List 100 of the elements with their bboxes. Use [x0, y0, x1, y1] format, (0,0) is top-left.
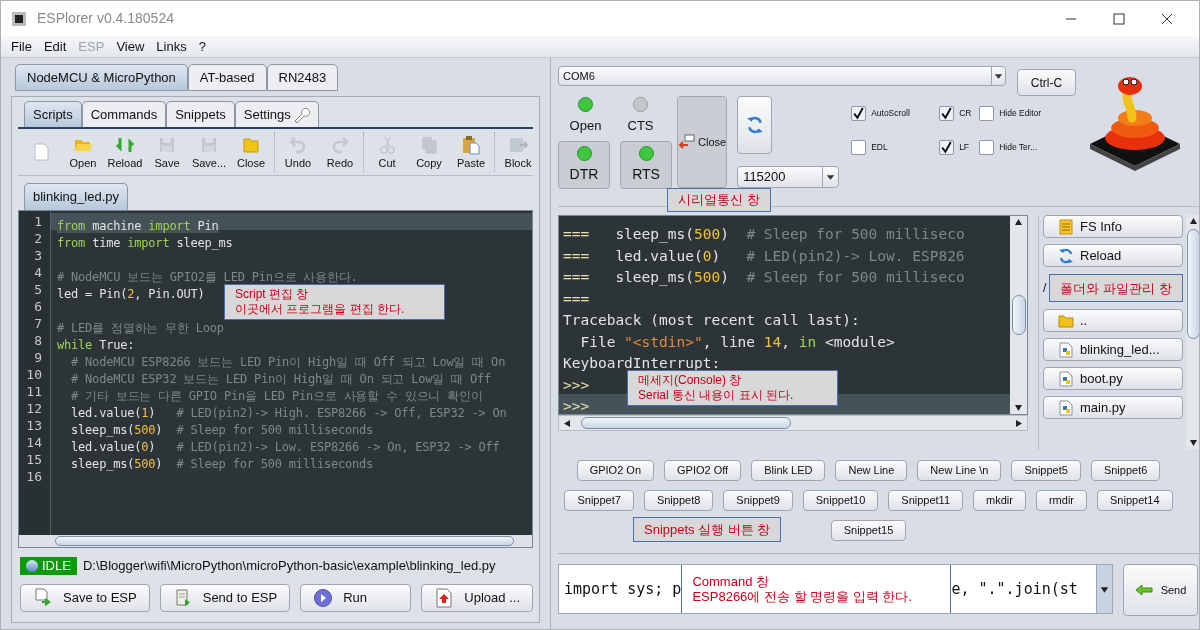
menu-item[interactable]: ?	[196, 36, 208, 57]
action-button[interactable]: Send to ESP	[159, 584, 291, 612]
vertical-scrollbar[interactable]	[1010, 216, 1027, 414]
scroll-thumb[interactable]	[581, 417, 791, 429]
checkbox[interactable]	[939, 106, 955, 122]
checkbox-label: CR	[959, 107, 972, 121]
toolbar-button[interactable]: Reload	[106, 132, 144, 172]
action-button[interactable]: Run	[300, 584, 412, 612]
send-button[interactable]: Send	[1123, 564, 1198, 616]
clipboard-icon	[461, 134, 481, 155]
file-panel-button[interactable]: FS Info	[1043, 215, 1183, 238]
copy-pages-icon	[419, 134, 439, 155]
line-number: 1	[34, 213, 42, 230]
checkbox[interactable]	[851, 106, 867, 122]
console-text: Traceback (most recent call last):	[563, 312, 860, 328]
file-path: D:\Blogger\wifi\MicroPython\microPython-basic\example\blinking_led.py	[82, 557, 496, 576]
device-tab[interactable]: NodeMCU & MicroPython	[15, 64, 188, 91]
toolbar-button[interactable]: Close	[232, 132, 270, 172]
checkbox[interactable]	[939, 139, 955, 155]
close-port-button[interactable]: Close	[677, 96, 728, 188]
folder-icon	[1058, 312, 1074, 329]
line-number: 16	[26, 468, 42, 485]
code-text: sleep_ms(500) # Sleep for 500 milliseconds	[70, 457, 374, 471]
code-text: from time import sleep_ms	[57, 236, 233, 250]
annotation-note: 메세지(Console) 창 Serial 통신 내용이 표시 된다.	[627, 370, 838, 406]
line-toggle-button[interactable]: DTR	[558, 141, 610, 189]
checkbox[interactable]	[851, 139, 867, 155]
maximize-icon[interactable]	[1113, 12, 1125, 25]
device-tab[interactable]: RN2483	[266, 64, 339, 91]
snippet-button[interactable]: New Line \n	[917, 460, 1002, 481]
indicator-label: Open	[569, 117, 602, 135]
menu-item[interactable]: View	[114, 36, 147, 57]
editor-tab[interactable]: Settings	[234, 101, 319, 127]
console-text: === led.value(0) # LED(pin2)-> Low. ESP826	[563, 247, 965, 264]
snippet-button[interactable]: Snippet10	[802, 490, 879, 511]
vertical-scrollbar[interactable]	[1185, 215, 1199, 449]
menu-item[interactable]: Edit	[41, 36, 69, 57]
action-button[interactable]: Upload ...	[421, 584, 533, 612]
code-editor[interactable]	[18, 210, 533, 548]
code-text: led = Pin(2, Pin.OUT)	[57, 287, 205, 301]
file-entry[interactable]: boot.py	[1043, 367, 1183, 390]
file-panel-button[interactable]: Reload	[1043, 244, 1183, 267]
line-number: 14	[26, 434, 42, 451]
toolbar-button[interactable]: Paste	[452, 132, 490, 172]
page-upload-icon	[434, 588, 455, 608]
scroll-thumb[interactable]	[55, 536, 514, 546]
file-entry[interactable]: main.py	[1043, 396, 1183, 419]
snippet-button[interactable]: Snippet8	[643, 490, 714, 511]
chip-icon	[11, 10, 27, 27]
action-button[interactable]: Save to ESP	[20, 584, 150, 612]
snippet-button[interactable]: rmdir	[1035, 490, 1087, 511]
scroll-left-icon	[563, 418, 571, 428]
snippet-button[interactable]: Snippet15	[830, 520, 907, 541]
line-toggle-button[interactable]: RTS	[620, 141, 672, 189]
code-text: led.value(0) # LED(pin2)-> Low. ESP8266 -> On, ESP32 -> Off	[70, 440, 500, 454]
device-tab[interactable]: AT-based	[187, 64, 267, 91]
checkbox[interactable]	[979, 106, 995, 122]
horizontal-scrollbar[interactable]	[558, 415, 1028, 431]
snippet-button[interactable]: mkdir	[973, 490, 1026, 511]
line-number: 3	[34, 247, 42, 264]
menu-item[interactable]: File	[9, 36, 34, 57]
port-select[interactable]: COM6	[558, 66, 1006, 86]
editor-tab[interactable]: Commands	[81, 101, 167, 127]
snippet-button[interactable]: Snippet7	[564, 490, 634, 511]
annotation-note: Snippets 실행 버튼 창	[633, 517, 782, 542]
close-icon[interactable]	[1161, 12, 1173, 25]
code-text: # NodeMCU ESP32 보드는 LED Pin이 High일 때 On 되고 Low일 때 Off	[70, 372, 492, 386]
horizontal-scrollbar[interactable]	[19, 535, 532, 547]
refresh-button[interactable]	[737, 96, 773, 154]
console-text: >>>	[563, 376, 590, 393]
line-number: 12	[26, 400, 42, 417]
line-number: 9	[34, 349, 42, 366]
snippet-button[interactable]: Snippet11	[888, 490, 964, 511]
snippet-button[interactable]: Blink LED	[751, 460, 826, 481]
file-tab[interactable]: blinking_led.py	[24, 183, 128, 210]
snippet-button[interactable]: GPIO2 Off	[664, 460, 742, 481]
scroll-up-icon	[1188, 217, 1198, 225]
snippet-button[interactable]: Snippet6	[1090, 460, 1161, 481]
snippet-button[interactable]: Snippet5	[1011, 460, 1081, 481]
checkbox[interactable]	[979, 139, 995, 155]
line-number: 13	[26, 417, 42, 434]
editor-tab[interactable]: Snippets	[166, 101, 235, 127]
snippet-button[interactable]: New Line	[835, 460, 908, 481]
baud-select[interactable]: 115200	[737, 166, 840, 188]
ctrl-c-button[interactable]: Ctrl-C	[1017, 69, 1076, 96]
file-entry[interactable]: blinking_led...	[1043, 338, 1183, 361]
scroll-thumb[interactable]	[1011, 295, 1026, 335]
snippet-button[interactable]: Snippet9	[723, 490, 793, 511]
line-number: 4	[34, 264, 42, 281]
toolbar-button[interactable]: Open	[64, 132, 102, 172]
snippet-button[interactable]: Snippet14	[1097, 490, 1173, 511]
menu-item[interactable]: Links	[154, 36, 189, 57]
editor-tab[interactable]: Scripts	[24, 101, 82, 127]
scroll-thumb[interactable]	[1186, 229, 1199, 339]
line-number: 7	[34, 315, 42, 332]
file-entry[interactable]: ..	[1043, 309, 1183, 332]
line-number: 6	[34, 298, 42, 315]
undo-arrow-icon	[288, 134, 308, 155]
snippet-button[interactable]: GPIO2 On	[576, 460, 655, 481]
refresh-icon	[1058, 247, 1074, 264]
